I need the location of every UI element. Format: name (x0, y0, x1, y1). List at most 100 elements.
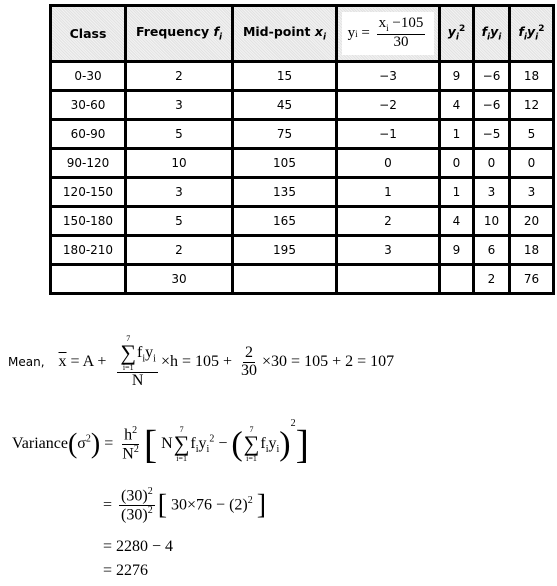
cell-fy: −5 (472, 118, 511, 150)
cell-midpoint: 195 (231, 234, 338, 266)
sup-2: 2 (458, 24, 466, 35)
mean-fraction: 2 30 (239, 344, 259, 380)
cell-frequency: 5 (124, 118, 234, 150)
sub-i: i (153, 353, 156, 365)
cell-fy: 3 (472, 176, 511, 208)
step1-fraction: (30)2 (30)2 (119, 486, 155, 524)
y-formula-box: yi = xi −105 30 (341, 12, 435, 55)
cell-midpoint: 45 (231, 89, 338, 121)
cell-y: 3 (335, 234, 441, 266)
var-x: x (378, 15, 387, 32)
sub-i: i (206, 444, 210, 456)
mean-result: = 107 (353, 353, 395, 371)
header-fy: fiyi (472, 4, 511, 63)
sup-2: 2 (147, 486, 153, 497)
cell-class (49, 263, 127, 295)
minus-sign: − (214, 435, 232, 452)
variance-step2: = 2280 − 4 (103, 538, 174, 555)
sum-symbol: 7 ∑ i=1 (120, 334, 137, 372)
cell-fy-squared: 18 (508, 234, 555, 266)
cell-frequency: 2 (124, 234, 234, 266)
cell-midpoint: 75 (231, 118, 338, 150)
variance-formula: Variance(σ2) = h2 N2[ N 7 ∑ i=1 fiyi2 − (7 ∑ i=… (12, 418, 309, 467)
step1-denominator: (30) (121, 506, 148, 524)
times-h: ×h (160, 353, 178, 371)
cell-fy-squared: 5 (508, 118, 555, 150)
variance-label: Variance (12, 435, 68, 452)
cell-y-squared: 9 (438, 234, 475, 266)
header-y-squared: yi2 (438, 4, 475, 63)
h2-over-n2: h2 N2 (120, 425, 141, 463)
cell-y: 1 (335, 176, 441, 208)
mean-eq1: = 105 + (177, 353, 237, 371)
y-fraction-numerator: xi −105 (376, 15, 426, 35)
cell-midpoint (231, 263, 338, 295)
cell-class: 60-90 (49, 118, 127, 150)
table-body: 0-30 2 15 −3 9 −6 18 30-60 3 45 −2 4 −6 12 60-90 5 75 −1 1… (49, 60, 555, 295)
sub-i: i (322, 32, 327, 43)
fraction-numerator: 2 (243, 344, 256, 363)
header-y-formula: yi = xi −105 30 (335, 4, 441, 63)
header-fy-squared: fiyi2 (508, 4, 555, 63)
table-row: 30-60 3 45 −2 4 −6 12 (49, 89, 555, 121)
variance-result: = 2276 (103, 562, 149, 579)
cell-midpoint: 135 (231, 176, 338, 208)
sigma: σ (77, 435, 86, 452)
var-x: x (314, 24, 323, 40)
step1-numerator: (30) (121, 487, 148, 505)
cell-y-squared: 4 (438, 205, 475, 237)
cell-y (335, 263, 441, 295)
mean-eq2: = 105 + 2 (287, 353, 354, 371)
cell-midpoint: 15 (231, 60, 338, 92)
sup-2: 2 (247, 494, 253, 506)
y-fraction-denominator: 30 (393, 33, 409, 50)
equals-sign: = (100, 435, 118, 452)
mean-formula: Mean, x = A + 7 ∑ i=1 fiyi N ×h = 105 + 2 30… (8, 335, 394, 390)
sub-i: i (218, 32, 223, 43)
header-class: Class (49, 4, 127, 63)
sub-i: i (535, 32, 539, 43)
step1-body: 30×76 − (2) (171, 496, 248, 514)
header-class-label: Class (69, 26, 107, 41)
cell-class: 150-180 (49, 205, 127, 237)
mean-eq-a: = A + (66, 353, 111, 371)
term-y: y (198, 435, 207, 452)
table-row: 0-30 2 15 −3 9 −6 18 (49, 60, 555, 92)
cell-midpoint: 105 (231, 147, 338, 179)
cell-class: 90-120 (49, 147, 127, 179)
cell-fy: 10 (472, 205, 511, 237)
cell-fy-squared: 3 (508, 176, 555, 208)
cell-fy-squared: 20 (508, 205, 555, 237)
equals-sign: = (357, 25, 374, 41)
header-midpoint-label: Mid-point (242, 24, 315, 40)
sup-2: 2 (147, 505, 153, 517)
table-row: 180-210 2 195 3 9 6 18 (49, 234, 555, 266)
cell-fy-squared: 0 (508, 147, 555, 179)
cell-frequency: 10 (124, 147, 234, 179)
sum-lower: i=1 (122, 362, 134, 372)
sub-i: i (498, 32, 502, 43)
table-header-row: Class Frequency fi Mid-point xi yi = xi … (49, 4, 555, 63)
times-30: ×30 (262, 353, 288, 371)
header-frequency-label: Frequency (135, 24, 214, 40)
cell-fy: −6 (472, 89, 511, 121)
cell-y-squared: 1 (438, 176, 475, 208)
cell-fy: −6 (472, 60, 511, 92)
totals-row: 30 2 76 (49, 263, 555, 295)
y-fraction: xi −105 30 (376, 15, 426, 50)
cell-fy: 0 (472, 147, 511, 179)
var-y: y (447, 24, 456, 40)
var-y: y (347, 25, 356, 41)
cell-y-squared: 9 (438, 60, 475, 92)
cell-fy: 2 (472, 263, 511, 295)
fraction-denominator: 30 (241, 361, 258, 379)
cell-fy-squared: 18 (508, 60, 555, 92)
cell-fy: 6 (472, 234, 511, 266)
cell-class: 180-210 (49, 234, 127, 266)
cell-y-squared: 1 (438, 118, 475, 150)
equals-sign: = (103, 496, 117, 514)
sup-2: 2 (133, 443, 139, 455)
table-row: 90-120 10 105 0 0 0 0 (49, 147, 555, 179)
table-row: 60-90 5 75 −1 1 −5 5 (49, 118, 555, 150)
cell-class: 30-60 (49, 89, 127, 121)
